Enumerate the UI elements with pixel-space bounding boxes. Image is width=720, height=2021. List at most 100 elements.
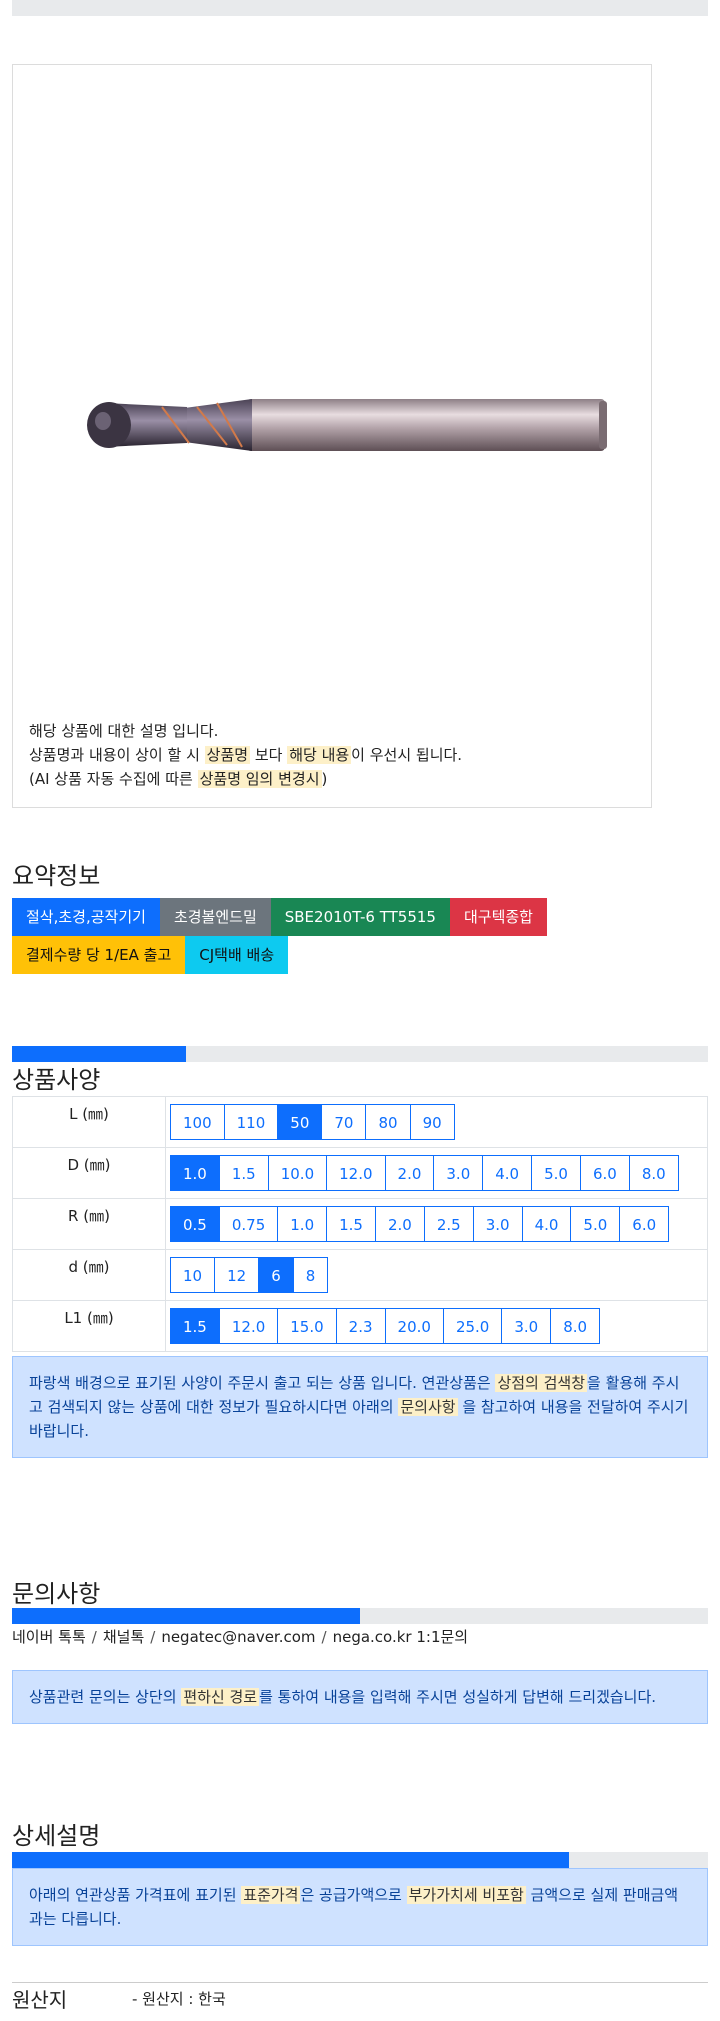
spec-option-button[interactable]: 2.3 bbox=[335, 1308, 386, 1344]
spec-label: d (㎜) bbox=[12, 1249, 166, 1301]
spec-table: L (㎜) 100 110 50 70 80 90 D (㎜) 1.0 1.5 10.0 12.0 2.… bbox=[12, 1096, 708, 1352]
spec-title: 상품사양 bbox=[12, 1066, 101, 1094]
progress-fill bbox=[12, 1608, 360, 1624]
highlight: 상품명 bbox=[204, 746, 251, 764]
spec-option-button[interactable]: 80 bbox=[365, 1104, 411, 1140]
origin-divider bbox=[12, 1982, 708, 1983]
spec-options: 0.5 0.75 1.0 1.5 2.0 2.5 3.0 4.0 5.0 6.0 bbox=[165, 1198, 708, 1250]
summary-title: 요약정보 bbox=[12, 862, 101, 890]
spec-option-button[interactable]: 5.0 bbox=[531, 1155, 581, 1191]
spec-option-button[interactable]: 70 bbox=[321, 1104, 367, 1140]
product-description: 해당 상품에 대한 설명 입니다. 상품명과 내용이 상이 할 시 상품명 보다… bbox=[29, 719, 462, 791]
spec-option-button[interactable]: 4.0 bbox=[482, 1155, 533, 1191]
note-text: 은 공급가액으로 bbox=[300, 1886, 407, 1904]
spec-option-button[interactable]: 2.5 bbox=[423, 1206, 474, 1242]
detail-progress bbox=[12, 1852, 708, 1868]
summary-tag: 절삭,초경,공작기기 bbox=[12, 898, 160, 936]
spec-option-button[interactable]: 25.0 bbox=[442, 1308, 503, 1344]
desc-text: 보다 bbox=[250, 746, 288, 764]
inquiry-note: 상품관련 문의는 상단의 편하신 경로 를 통하여 내용을 입력해 주시면 성실하… bbox=[12, 1670, 708, 1724]
spec-option-button[interactable]: 1.5 bbox=[218, 1155, 269, 1191]
spec-option-button[interactable]: 8.0 bbox=[550, 1308, 601, 1344]
top-bar bbox=[12, 0, 708, 16]
spec-option-button[interactable]: 10 bbox=[170, 1257, 216, 1293]
origin-title: 원산지 bbox=[12, 1988, 68, 2012]
spec-row: L (㎜) 100 110 50 70 80 90 bbox=[12, 1096, 708, 1148]
summary-tag: SBE2010T-6 TT5515 bbox=[270, 898, 450, 936]
inquiry-channel[interactable]: 채널톡 bbox=[103, 1628, 144, 1646]
spec-option-button[interactable]: 6.0 bbox=[619, 1206, 670, 1242]
separator: / bbox=[150, 1628, 156, 1646]
spec-option-button[interactable]: 90 bbox=[409, 1104, 455, 1140]
spec-option-button[interactable]: 12 bbox=[214, 1257, 260, 1293]
spec-option-button[interactable]: 0.75 bbox=[218, 1206, 279, 1242]
separator: / bbox=[321, 1628, 327, 1646]
spec-option-button[interactable]: 8.0 bbox=[628, 1155, 679, 1191]
spec-row: L1 (㎜) 1.5 12.0 15.0 2.3 20.0 25.0 3.0 8.0 bbox=[12, 1300, 708, 1352]
spec-option-button[interactable]: 50 bbox=[277, 1104, 323, 1140]
note-text: 상품관련 문의는 상단의 bbox=[29, 1688, 182, 1706]
highlight: 부가가치세 비포함 bbox=[406, 1886, 526, 1904]
note-text: 아래의 연관상품 가격표에 표기된 bbox=[29, 1886, 242, 1904]
summary-tags: 절삭,초경,공작기기 초경볼엔드밀 SBE2010T-6 TT5515 대구텍종합 결제… bbox=[12, 898, 612, 974]
spec-option-button[interactable]: 0.5 bbox=[170, 1206, 220, 1242]
origin-value: - 원산지 : 한국 bbox=[132, 1990, 226, 2008]
spec-option-button[interactable]: 2.0 bbox=[374, 1206, 425, 1242]
inquiry-channel[interactable]: 네이버 톡톡 bbox=[12, 1628, 86, 1646]
spec-option-button[interactable]: 8 bbox=[292, 1257, 329, 1293]
desc-line-1: 해당 상품에 대한 설명 입니다. bbox=[29, 722, 219, 740]
separator: / bbox=[91, 1628, 97, 1646]
spec-label: L1 (㎜) bbox=[12, 1300, 166, 1352]
spec-option-button[interactable]: 4.0 bbox=[521, 1206, 572, 1242]
spec-option-button[interactable]: 110 bbox=[223, 1104, 279, 1140]
spec-option-button[interactable]: 6 bbox=[258, 1257, 294, 1293]
highlight: 표준가격 bbox=[241, 1886, 301, 1904]
spec-option-button[interactable]: 5.0 bbox=[570, 1206, 621, 1242]
spec-option-button[interactable]: 1.5 bbox=[326, 1206, 376, 1242]
summary-tag: 대구텍종합 bbox=[449, 898, 547, 936]
highlight: 문의사항 bbox=[398, 1398, 458, 1416]
summary-tag: CJ택배 배송 bbox=[185, 936, 289, 974]
desc-text: 상품명과 내용이 상이 할 시 bbox=[29, 746, 205, 764]
spec-note: 파랑색 배경으로 표기된 사양이 주문시 출고 되는 상품 입니다. 연관상품은… bbox=[12, 1356, 708, 1458]
spec-option-button[interactable]: 3.0 bbox=[433, 1155, 484, 1191]
spec-option-button[interactable]: 12.0 bbox=[218, 1308, 279, 1344]
inquiry-progress bbox=[12, 1608, 708, 1624]
progress-fill bbox=[12, 1852, 569, 1868]
spec-options: 1.0 1.5 10.0 12.0 2.0 3.0 4.0 5.0 6.0 8.0 bbox=[165, 1147, 708, 1199]
spec-progress bbox=[12, 1046, 708, 1062]
spec-label: R (㎜) bbox=[12, 1198, 166, 1250]
spec-row: d (㎜) 10 12 6 8 bbox=[12, 1249, 708, 1301]
spec-option-button[interactable]: 3.0 bbox=[472, 1206, 523, 1242]
note-text: 파랑색 배경으로 표기된 사양이 주문시 출고 되는 상품 입니다. 연관상품은 bbox=[29, 1374, 496, 1392]
spec-row: D (㎜) 1.0 1.5 10.0 12.0 2.0 3.0 4.0 5.0 6.0 8.0 bbox=[12, 1147, 708, 1199]
spec-option-button[interactable]: 20.0 bbox=[384, 1308, 444, 1344]
highlight: 상품명 임의 변경시 bbox=[197, 770, 322, 788]
inquiry-title: 문의사항 bbox=[12, 1580, 101, 1608]
spec-row: R (㎜) 0.5 0.75 1.0 1.5 2.0 2.5 3.0 4.0 5.0 6.0 bbox=[12, 1198, 708, 1250]
summary-tag: 초경볼엔드밀 bbox=[159, 898, 271, 936]
spec-option-button[interactable]: 3.0 bbox=[501, 1308, 552, 1344]
product-image-box: 해당 상품에 대한 설명 입니다. 상품명과 내용이 상이 할 시 상품명 보다… bbox=[12, 64, 652, 808]
spec-option-button[interactable]: 2.0 bbox=[384, 1155, 435, 1191]
highlight: 해당 내용 bbox=[287, 746, 352, 764]
spec-label: L (㎜) bbox=[12, 1096, 166, 1148]
spec-option-button[interactable]: 1.0 bbox=[170, 1155, 220, 1191]
spec-option-button[interactable]: 12.0 bbox=[326, 1155, 386, 1191]
detail-note: 아래의 연관상품 가격표에 표기된 표준가격 은 공급가액으로 부가가치세 비포함… bbox=[12, 1868, 708, 1946]
spec-options: 100 110 50 70 80 90 bbox=[165, 1096, 708, 1148]
inquiry-channel[interactable]: nega.co.kr 1:1문의 bbox=[333, 1628, 469, 1646]
desc-text: ) bbox=[321, 770, 328, 788]
spec-option-button[interactable]: 1.5 bbox=[170, 1308, 220, 1344]
spec-option-button[interactable]: 1.0 bbox=[277, 1206, 328, 1242]
note-text: 를 통하여 내용을 입력해 주시면 성실하게 답변해 드리겠습니다. bbox=[259, 1688, 657, 1706]
desc-text: (AI 상품 자동 수집에 따른 bbox=[29, 770, 198, 788]
spec-option-button[interactable]: 100 bbox=[170, 1104, 225, 1140]
spec-option-button[interactable]: 10.0 bbox=[267, 1155, 328, 1191]
inquiry-channels: 네이버 톡톡 / 채널톡 / negatec@naver.com / nega.co.kr … bbox=[12, 1626, 468, 1647]
inquiry-channel[interactable]: negatec@naver.com bbox=[161, 1628, 315, 1646]
desc-line-3: (AI 상품 자동 수집에 따른 상품명 임의 변경시) bbox=[29, 767, 462, 791]
spec-options: 1.5 12.0 15.0 2.3 20.0 25.0 3.0 8.0 bbox=[165, 1300, 708, 1352]
spec-option-button[interactable]: 15.0 bbox=[277, 1308, 337, 1344]
spec-option-button[interactable]: 6.0 bbox=[579, 1155, 630, 1191]
